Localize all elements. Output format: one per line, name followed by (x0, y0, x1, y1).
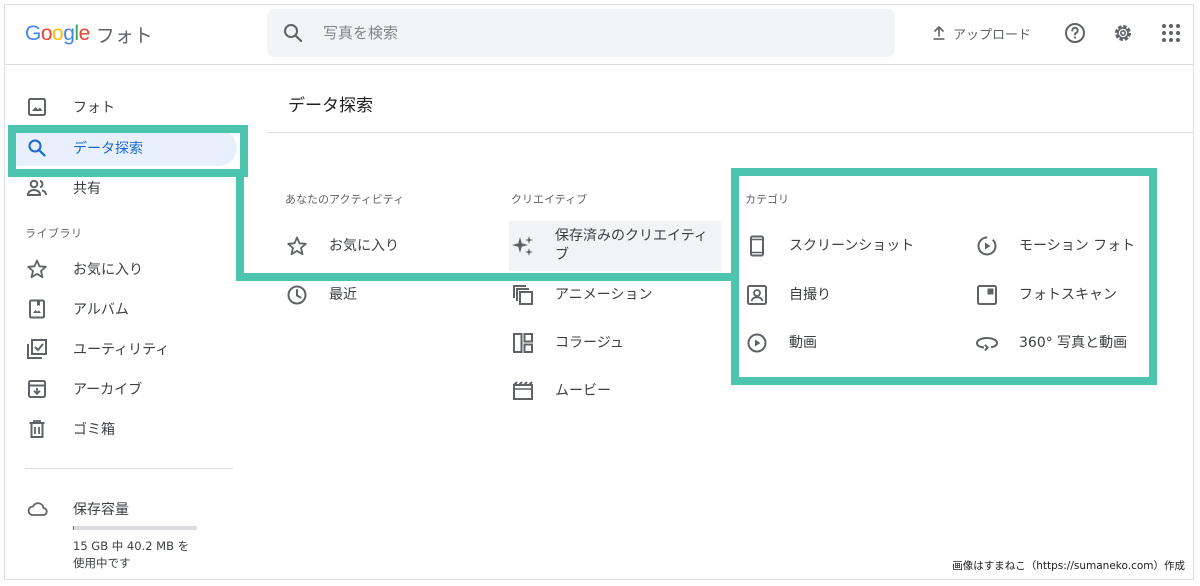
search-input[interactable] (321, 23, 845, 43)
gear-icon[interactable] (1109, 19, 1137, 47)
activity-section-label: あなたのアクティビティ (285, 193, 405, 206)
top-bar: Google フォト アップロード (5, 5, 1193, 65)
title-divider (267, 132, 1193, 133)
search-icon[interactable] (281, 21, 305, 45)
explore-item-recent[interactable]: 最近 (285, 283, 357, 307)
explore-item-animations[interactable]: アニメーション (511, 283, 652, 307)
google-photos-logo[interactable]: Google フォト (25, 19, 153, 49)
explore-item-collages[interactable]: コラージュ (511, 331, 624, 355)
star-icon (285, 234, 309, 258)
animation-icon (511, 283, 535, 307)
highlight-box-explore (8, 125, 248, 177)
app-window: Google フォト アップロード フォト (4, 4, 1194, 580)
explore-item-movies[interactable]: ムービー (511, 379, 611, 403)
sidebar-item-albums[interactable]: アルバム (13, 291, 237, 327)
page-title: データ探索 (288, 96, 373, 116)
creative-section-label: クリエイティブ (511, 193, 588, 206)
help-icon[interactable] (1061, 19, 1089, 47)
search-bar[interactable] (267, 9, 895, 57)
people-icon (25, 176, 49, 200)
watermark-credit: 画像はすまねこ（https://sumaneko.com）作成 (952, 560, 1185, 572)
explore-item-favorites[interactable]: お気に入り (285, 234, 399, 258)
cloud-icon (25, 497, 49, 521)
highlight-connector-vertical (236, 171, 244, 281)
trash-icon (25, 417, 49, 441)
sidebar-item-archive[interactable]: アーカイブ (13, 371, 237, 407)
highlight-box-category (731, 168, 1157, 385)
storage-progress-bar (73, 526, 197, 530)
archive-icon (25, 377, 49, 401)
explore-item-saved-creations[interactable]: 保存済みのクリエイティ ブ (509, 221, 721, 271)
utility-icon (25, 337, 49, 361)
upload-label: アップロード (953, 27, 1032, 43)
album-icon (25, 297, 49, 321)
sparkle-icon (511, 234, 535, 258)
clock-icon (285, 283, 309, 307)
upload-icon (933, 26, 945, 40)
logo-product-text: フォト (95, 24, 153, 47)
upload-button[interactable]: アップロード (931, 21, 1031, 45)
library-section-label: ライブラリ (25, 227, 83, 240)
sidebar-item-storage[interactable]: 保存容量 (13, 491, 237, 527)
sidebar-divider (25, 468, 233, 469)
storage-detail: 15 GB 中 40.2 MB を 使用中です (73, 539, 190, 570)
sidebar-item-favorites[interactable]: お気に入り (13, 251, 237, 287)
movie-icon (511, 379, 535, 403)
highlight-connector-horizontal (236, 273, 731, 281)
collage-icon (511, 331, 535, 355)
logo-google-text: Google (25, 22, 90, 45)
sidebar-item-photos[interactable]: フォト (13, 89, 237, 125)
sidebar-item-trash[interactable]: ゴミ箱 (13, 411, 237, 447)
photo-icon (25, 95, 49, 119)
sidebar-item-utilities[interactable]: ユーティリティ (13, 331, 237, 367)
apps-grid-icon[interactable] (1157, 19, 1185, 47)
star-icon (25, 257, 49, 281)
